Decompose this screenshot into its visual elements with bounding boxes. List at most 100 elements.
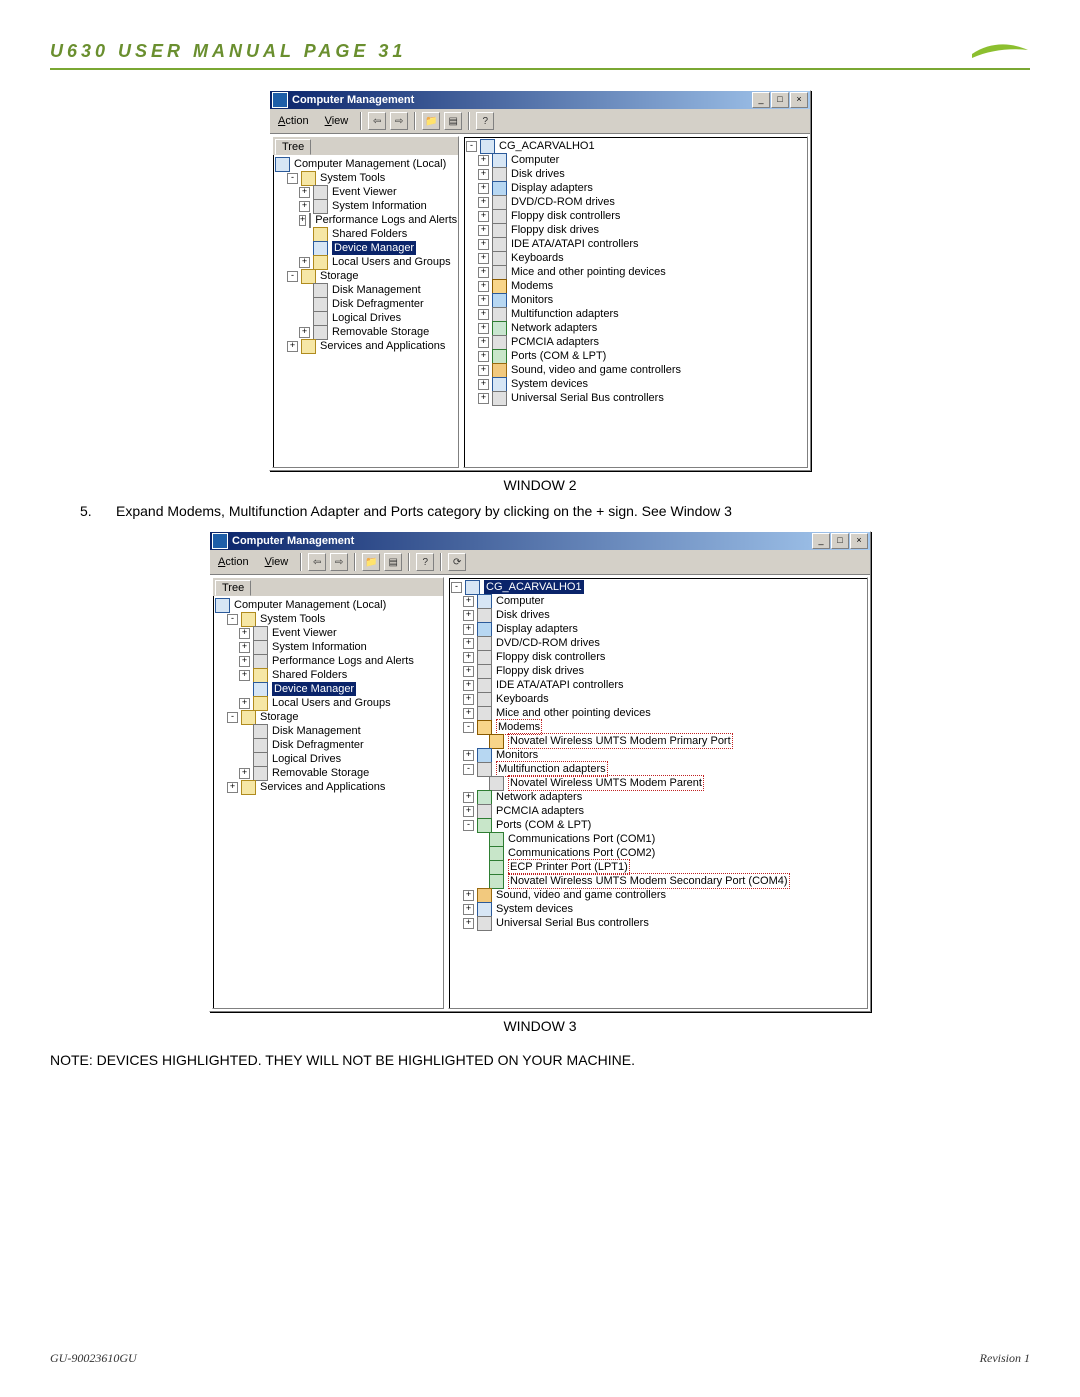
menu-action[interactable]: Action [272,114,315,128]
properties-icon[interactable]: ▤ [384,553,402,571]
help-icon[interactable]: ? [416,553,434,571]
tree-perf-logs[interactable]: Performance Logs and Alerts [315,213,457,227]
dev-ide[interactable]: IDE ATA/ATAPI controllers [511,237,639,251]
expand-icon[interactable]: + [239,670,250,681]
menu-action[interactable]: Action [212,555,255,569]
dev-dvd-cdrom[interactable]: DVD/CD-ROM drives [496,636,600,650]
tree-local-users[interactable]: Local Users and Groups [272,696,391,710]
refresh-icon[interactable]: ⟳ [448,553,466,571]
tree-shared-folders[interactable]: Shared Folders [272,668,347,682]
device-tree[interactable]: -CG_ACARVALHO1 +Computer +Disk drives +D… [464,137,807,407]
collapse-icon[interactable]: - [287,271,298,282]
titlebar[interactable]: Computer Management _ □ × [270,91,810,109]
tree-removable-storage[interactable]: Removable Storage [332,325,429,339]
expand-icon[interactable]: + [463,652,474,663]
expand-icon[interactable]: + [239,642,250,653]
expand-icon[interactable]: + [239,768,250,779]
collapse-icon[interactable]: - [466,141,477,152]
tree-tab[interactable]: Tree [215,580,251,596]
tree-disk-management[interactable]: Disk Management [272,724,361,738]
collapse-icon[interactable]: - [463,764,474,775]
expand-icon[interactable]: + [463,624,474,635]
dev-modems[interactable]: Modems [511,279,553,293]
dev-system-devices[interactable]: System devices [511,377,588,391]
mmc-tree[interactable]: Computer Management (Local) -System Tool… [273,155,458,355]
titlebar[interactable]: Computer Management _ □ × [210,532,870,550]
expand-icon[interactable]: + [478,323,489,334]
expand-icon[interactable]: + [478,155,489,166]
dev-system-devices[interactable]: System devices [496,902,573,916]
expand-icon[interactable]: + [239,698,250,709]
expand-icon[interactable]: + [478,183,489,194]
device-tree[interactable]: -CG_ACARVALHO1 +Computer +Disk drives +D… [449,578,867,932]
properties-icon[interactable]: ▤ [444,112,462,130]
tree-storage[interactable]: Storage [320,269,359,283]
expand-icon[interactable]: + [463,918,474,929]
collapse-icon[interactable]: - [463,820,474,831]
dev-computer[interactable]: Computer [511,153,559,167]
dev-usb[interactable]: Universal Serial Bus controllers [496,916,649,930]
tree-storage[interactable]: Storage [260,710,299,724]
dev-network[interactable]: Network adapters [511,321,597,335]
dev-monitors[interactable]: Monitors [511,293,553,307]
expand-icon[interactable]: + [299,257,310,268]
expand-icon[interactable]: + [463,610,474,621]
tree-system-information[interactable]: System Information [332,199,427,213]
dev-display-adapters[interactable]: Display adapters [496,622,578,636]
tree-logical-drives[interactable]: Logical Drives [332,311,401,325]
tree-local-users[interactable]: Local Users and Groups [332,255,451,269]
tree-system-information[interactable]: System Information [272,640,367,654]
expand-icon[interactable]: + [299,327,310,338]
expand-icon[interactable]: + [463,680,474,691]
expand-icon[interactable]: + [463,792,474,803]
dev-com2[interactable]: Communications Port (COM2) [508,846,655,860]
menu-view[interactable]: View [259,555,295,569]
expand-icon[interactable]: + [478,393,489,404]
expand-icon[interactable]: + [478,337,489,348]
expand-icon[interactable]: + [478,197,489,208]
tree-logical-drives[interactable]: Logical Drives [272,752,341,766]
close-button[interactable]: × [790,92,808,108]
dev-multifunction[interactable]: Multifunction adapters [511,307,619,321]
dev-monitors[interactable]: Monitors [496,748,538,762]
dev-dvd-cdrom[interactable]: DVD/CD-ROM drives [511,195,615,209]
forward-icon[interactable]: ⇨ [390,112,408,130]
expand-icon[interactable]: + [478,169,489,180]
dev-com1[interactable]: Communications Port (COM1) [508,832,655,846]
tree-shared-folders[interactable]: Shared Folders [332,227,407,241]
expand-icon[interactable]: + [463,666,474,677]
collapse-icon[interactable]: - [451,582,462,593]
tree-disk-management[interactable]: Disk Management [332,283,421,297]
tree-system-tools[interactable]: System Tools [320,171,385,185]
back-icon[interactable]: ⇦ [368,112,386,130]
expand-icon[interactable]: + [463,890,474,901]
expand-icon[interactable]: + [239,628,250,639]
dev-display-adapters[interactable]: Display adapters [511,181,593,195]
tree-services-apps[interactable]: Services and Applications [260,780,385,794]
dev-floppy-ctrl[interactable]: Floppy disk controllers [496,650,605,664]
tree-removable-storage[interactable]: Removable Storage [272,766,369,780]
expand-icon[interactable]: + [299,215,306,226]
dev-disk-drives[interactable]: Disk drives [496,608,550,622]
mmc-tree[interactable]: Computer Management (Local) -System Tool… [213,596,443,796]
dev-sound[interactable]: Sound, video and game controllers [496,888,666,902]
dev-pcmcia[interactable]: PCMCIA adapters [496,804,584,818]
expand-icon[interactable]: + [463,708,474,719]
minimize-button[interactable]: _ [812,533,830,549]
expand-icon[interactable]: + [478,351,489,362]
minimize-button[interactable]: _ [752,92,770,108]
expand-icon[interactable]: + [478,267,489,278]
back-icon[interactable]: ⇦ [308,553,326,571]
collapse-icon[interactable]: - [227,614,238,625]
dev-ports[interactable]: Ports (COM & LPT) [496,818,591,832]
dev-floppy-ctrl[interactable]: Floppy disk controllers [511,209,620,223]
collapse-icon[interactable]: - [227,712,238,723]
expand-icon[interactable]: + [478,281,489,292]
expand-icon[interactable]: + [478,225,489,236]
dev-ide[interactable]: IDE ATA/ATAPI controllers [496,678,624,692]
tree-event-viewer[interactable]: Event Viewer [272,626,337,640]
tree-device-manager[interactable]: Device Manager [272,682,356,696]
collapse-icon[interactable]: - [287,173,298,184]
collapse-icon[interactable]: - [463,722,474,733]
expand-icon[interactable]: + [478,365,489,376]
